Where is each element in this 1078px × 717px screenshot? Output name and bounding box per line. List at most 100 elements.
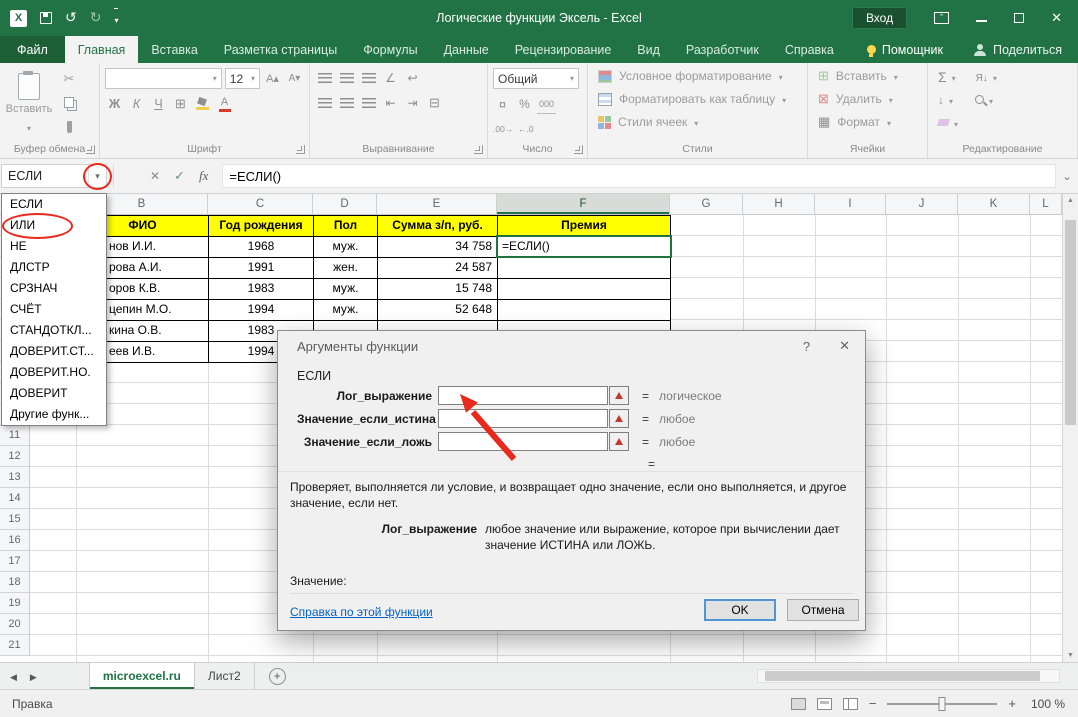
cell-year[interactable]: 1991 bbox=[209, 258, 314, 279]
row-header[interactable]: 21 bbox=[0, 635, 30, 656]
align-center-icon[interactable] bbox=[340, 98, 354, 108]
bold-button[interactable]: Ж bbox=[105, 94, 124, 114]
collapse-dialog-icon[interactable] bbox=[609, 386, 629, 405]
previous-sheet-icon[interactable] bbox=[10, 667, 17, 685]
zoom-in-icon[interactable] bbox=[1008, 696, 1016, 711]
scroll-down-icon[interactable] bbox=[1063, 652, 1078, 659]
function-list-item[interactable]: СРЗНАЧ bbox=[2, 278, 106, 299]
font-name-select[interactable] bbox=[105, 68, 222, 89]
ribbon-tab[interactable]: Вид bbox=[624, 36, 673, 63]
column-header[interactable]: J bbox=[886, 194, 958, 215]
fill-color-icon[interactable] bbox=[196, 98, 209, 110]
zoom-out-icon[interactable] bbox=[869, 696, 877, 711]
row-header[interactable]: 16 bbox=[0, 530, 30, 551]
collapse-dialog-icon[interactable] bbox=[609, 432, 629, 451]
cell-bonus[interactable] bbox=[498, 300, 671, 321]
row-header[interactable]: 15 bbox=[0, 509, 30, 530]
cancel-icon[interactable] bbox=[150, 167, 160, 185]
ribbon-tab[interactable]: Справка bbox=[772, 36, 847, 63]
delete-cells-button[interactable]: Удалить bbox=[818, 89, 927, 109]
cell-year[interactable]: 1968 bbox=[209, 237, 314, 258]
cell-sex[interactable]: жен. bbox=[314, 258, 378, 279]
align-bottom-icon[interactable] bbox=[362, 73, 376, 83]
zoom-slider[interactable] bbox=[887, 703, 997, 705]
function-list-item[interactable]: ИЛИ bbox=[2, 215, 106, 236]
zoom-slider-thumb[interactable] bbox=[939, 697, 946, 711]
row-header[interactable]: 13 bbox=[0, 467, 30, 488]
column-header[interactable]: I bbox=[815, 194, 886, 215]
ribbon-tab[interactable]: Разметка страницы bbox=[211, 36, 350, 63]
decrease-indent-icon[interactable] bbox=[381, 93, 400, 113]
formula-input[interactable]: =ЕСЛИ() bbox=[222, 164, 1056, 188]
page-break-view-icon[interactable] bbox=[843, 698, 858, 710]
sign-in-button[interactable]: Вход bbox=[852, 7, 907, 29]
argument-input[interactable] bbox=[438, 432, 608, 451]
decrease-decimal-icon[interactable] bbox=[516, 119, 535, 139]
ribbon-tab[interactable]: Разработчик bbox=[673, 36, 772, 63]
cell-year[interactable]: 1983 bbox=[209, 279, 314, 300]
insert-function-icon[interactable] bbox=[199, 167, 208, 185]
tab-file[interactable]: Файл bbox=[0, 36, 65, 63]
number-format-select[interactable]: Общий bbox=[493, 68, 579, 89]
maximize-icon[interactable] bbox=[1014, 13, 1024, 23]
vertical-scrollbar-thumb[interactable] bbox=[1065, 220, 1076, 425]
align-top-icon[interactable] bbox=[318, 73, 332, 83]
function-list-item[interactable]: ДЛСТР bbox=[2, 257, 106, 278]
row-header[interactable]: 20 bbox=[0, 614, 30, 635]
decrease-font-size-icon[interactable] bbox=[285, 69, 304, 89]
insert-cells-button[interactable]: Вставить bbox=[818, 66, 927, 86]
function-list-item[interactable]: СТАНДОТКЛ... bbox=[2, 320, 106, 341]
cell-sex[interactable]: муж. bbox=[314, 279, 378, 300]
dialog-launcher-icon[interactable] bbox=[574, 145, 583, 154]
function-list-item[interactable]: ДОВЕРИТ.СТ... bbox=[2, 341, 106, 362]
argument-input[interactable] bbox=[438, 409, 608, 428]
italic-button[interactable]: К bbox=[127, 94, 146, 114]
column-header[interactable]: K bbox=[958, 194, 1030, 215]
scroll-up-icon[interactable] bbox=[1063, 197, 1078, 204]
fill-icon[interactable] bbox=[938, 93, 944, 107]
orientation-icon[interactable] bbox=[381, 68, 400, 88]
cut-icon[interactable] bbox=[64, 71, 75, 87]
percent-style-icon[interactable] bbox=[515, 94, 534, 114]
table-header-cell[interactable]: Премия bbox=[498, 216, 671, 237]
zoom-level[interactable]: 100 % bbox=[1027, 697, 1065, 711]
wrap-text-icon[interactable] bbox=[403, 68, 422, 88]
collapse-dialog-icon[interactable] bbox=[609, 409, 629, 428]
function-list-item[interactable]: ЕСЛИ bbox=[2, 194, 106, 215]
column-header[interactable]: H bbox=[743, 194, 815, 215]
save-icon[interactable] bbox=[40, 12, 52, 24]
ok-button[interactable]: OK bbox=[704, 599, 776, 621]
align-right-icon[interactable] bbox=[362, 98, 376, 108]
ribbon-display-options-icon[interactable] bbox=[934, 12, 949, 24]
dialog-close-icon[interactable] bbox=[839, 338, 850, 354]
align-left-icon[interactable] bbox=[318, 98, 332, 108]
paste-button[interactable]: Вставить bbox=[5, 68, 53, 136]
customize-qat-icon[interactable] bbox=[114, 8, 118, 28]
table-header-cell[interactable]: Пол bbox=[314, 216, 378, 237]
column-header[interactable]: F bbox=[497, 194, 670, 215]
cell-year[interactable]: 1994 bbox=[209, 300, 314, 321]
table-header-cell[interactable]: Год рождения bbox=[209, 216, 314, 237]
cell-sex[interactable]: муж. bbox=[314, 300, 378, 321]
assistant-button[interactable]: Помощник bbox=[867, 36, 943, 63]
cell-salary[interactable]: 24 587 bbox=[378, 258, 498, 279]
cell-salary[interactable]: 52 648 bbox=[378, 300, 498, 321]
close-icon[interactable] bbox=[1051, 9, 1062, 27]
sheet-tab-active[interactable]: microexcel.ru bbox=[89, 663, 195, 689]
row-header[interactable]: 12 bbox=[0, 446, 30, 467]
function-list-item[interactable]: НЕ bbox=[2, 236, 106, 257]
sheet-tab[interactable]: Лист2 bbox=[195, 663, 255, 689]
comma-style-icon[interactable]: 000 bbox=[537, 94, 556, 114]
horizontal-scrollbar-thumb[interactable] bbox=[765, 671, 1040, 681]
name-box-dropdown-arrow[interactable] bbox=[88, 165, 106, 187]
function-list-item[interactable]: ДОВЕРИТ.НО. bbox=[2, 362, 106, 383]
row-header[interactable]: 14 bbox=[0, 488, 30, 509]
format-as-table-button[interactable]: Форматировать как таблицу bbox=[598, 89, 807, 109]
cancel-button[interactable]: Отмена bbox=[787, 599, 859, 621]
dialog-title-bar[interactable]: Аргументы функции bbox=[278, 331, 865, 361]
name-box[interactable]: ЕСЛИ bbox=[1, 164, 107, 188]
cell-bonus[interactable]: =ЕСЛИ() bbox=[498, 237, 671, 258]
increase-indent-icon[interactable] bbox=[403, 93, 422, 113]
function-list-item[interactable]: Другие функ... bbox=[2, 404, 106, 425]
currency-format-icon[interactable] bbox=[493, 94, 512, 114]
